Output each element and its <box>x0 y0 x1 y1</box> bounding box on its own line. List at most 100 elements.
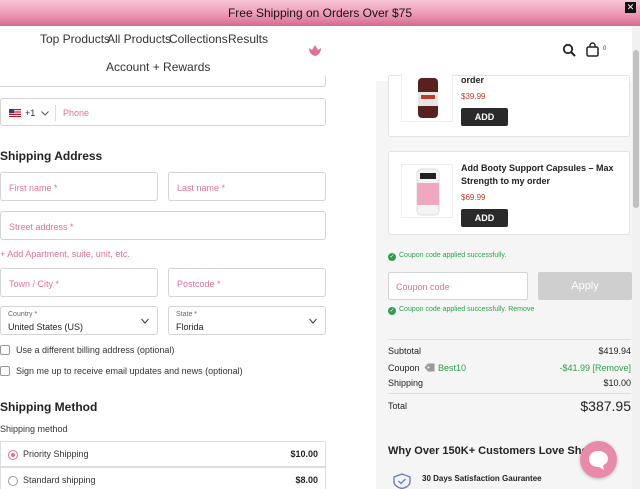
add-apartment-link[interactable]: + Add Apartment, suite, unit, etc. <box>0 249 130 259</box>
email-field-partial[interactable] <box>0 75 326 87</box>
shipping-option-name: Standard shipping <box>23 475 96 485</box>
page-scrollbar[interactable] <box>632 26 640 489</box>
radio-unselected[interactable] <box>8 476 18 486</box>
coupon-success-message: ✓ Coupon code applied successfully. <box>388 252 506 261</box>
shipping-method-label: Shipping method <box>0 424 68 434</box>
us-flag-icon <box>9 109 21 117</box>
coupon-discount-value[interactable]: -$41.99 [Remove] <box>559 363 631 373</box>
country-label: Country * <box>8 311 38 318</box>
checkbox[interactable] <box>0 366 10 376</box>
apply-coupon-button[interactable]: Apply <box>538 272 632 300</box>
billing-checkbox-label: Use a different billing address (optiona… <box>16 345 175 355</box>
shipping-label: Shipping <box>388 378 424 388</box>
divider <box>388 393 631 394</box>
phone-field[interactable]: +1 Phone <box>0 98 326 126</box>
shipping-option-standard[interactable]: Standard shipping $8.00 <box>0 467 326 489</box>
shipping-value: $10.00 <box>603 378 631 388</box>
announcement-bar: Free Shipping on Orders Over $75 ✕ <box>0 0 640 26</box>
tag-icon <box>424 363 435 372</box>
state-label: State * <box>176 311 198 318</box>
country-code[interactable]: +1 <box>25 108 35 118</box>
coupon-code-input[interactable]: Coupon code <box>388 272 528 300</box>
first-name-field[interactable]: First name * <box>0 172 158 201</box>
add-upsell-button[interactable]: ADD <box>461 108 508 126</box>
divider <box>55 105 56 121</box>
guarantee-text: 30 Days Satisfaction Gaurantee <box>422 474 542 483</box>
coupon-code: Best10 <box>438 363 467 373</box>
nav-collections[interactable]: Collections <box>169 32 228 46</box>
subtotal-value: $419.94 <box>598 346 631 356</box>
chevron-down-icon <box>309 318 317 324</box>
radio-selected[interactable] <box>8 450 18 460</box>
last-name-field[interactable]: Last name * <box>168 172 326 201</box>
chat-button[interactable] <box>580 441 617 478</box>
shipping-method-title: Shipping Method <box>0 400 98 414</box>
product-image <box>401 164 453 218</box>
shipping-option-price: $8.00 <box>295 475 318 485</box>
state-select[interactable]: State * Florida <box>168 306 326 335</box>
last-name-placeholder: Last name * <box>177 183 226 193</box>
total-label: Total <box>388 401 408 411</box>
billing-address-checkbox[interactable]: Use a different billing address (optiona… <box>0 345 174 355</box>
site-header: Top Products All Products Collections Re… <box>0 26 632 81</box>
coupon-placeholder: Coupon code <box>396 282 450 292</box>
upsell-price: $39.99 <box>461 92 486 101</box>
coupon-success-text: Coupon code applied successfully. <box>399 306 507 313</box>
upsell-title: order <box>461 75 485 85</box>
postcode-field[interactable]: Postcode * <box>168 268 326 297</box>
coupon-success-message: ✓ Coupon code applied successfully. Remov… <box>388 306 534 315</box>
check-circle-icon: ✓ <box>388 253 396 261</box>
newsletter-checkbox[interactable]: Sign me up to receive email updates and … <box>0 366 243 376</box>
divider <box>388 339 631 340</box>
nav-all-products[interactable]: All Products <box>107 32 171 46</box>
first-name-placeholder: First name * <box>9 183 58 193</box>
order-summary: order $39.99 ADD Add Booty Support Capsu… <box>376 74 632 489</box>
state-value: Florida <box>176 322 204 332</box>
supplement-bottle-icon <box>416 168 440 216</box>
phone-placeholder: Phone <box>63 108 90 118</box>
chevron-down-icon <box>141 318 149 324</box>
shipping-row: Shipping $10.00 <box>388 378 631 388</box>
upsell-card: Add Booty Support Capsules – Max Strengt… <box>388 151 630 235</box>
upsell-price: $69.99 <box>461 193 486 202</box>
chevron-down-icon[interactable] <box>41 111 49 116</box>
checkbox[interactable] <box>0 345 10 355</box>
badge-icon <box>393 473 411 489</box>
shipping-option-name: Priority Shipping <box>23 449 89 459</box>
shipping-address-title: Shipping Address <box>0 149 103 163</box>
product-image <box>401 74 453 122</box>
nav-account-rewards[interactable]: Account + Rewards <box>106 60 210 74</box>
cart-count-badge: 0 <box>603 46 607 52</box>
close-icon[interactable]: ✕ <box>625 2 636 13</box>
subtotal-row: Subtotal $419.94 <box>388 346 631 356</box>
total-value: $387.95 <box>580 398 631 414</box>
coupon-success-text: Coupon code applied successfully. <box>399 252 507 259</box>
logo-flower-icon[interactable] <box>308 43 322 57</box>
chat-bubble-icon <box>589 451 608 470</box>
total-row: Total $387.95 <box>388 398 631 414</box>
street-placeholder: Street address * <box>9 222 74 232</box>
shipping-option-priority[interactable]: Priority Shipping $10.00 <box>0 441 326 467</box>
upsell-title: Add Booty Support Capsules – Max Strengt… <box>461 163 614 186</box>
supplement-bottle-icon <box>418 78 438 118</box>
nav-results[interactable]: Results <box>228 32 268 46</box>
add-upsell-button[interactable]: ADD <box>461 209 508 227</box>
checkout-form: +1 Phone Shipping Address First name * L… <box>0 75 330 489</box>
newsletter-checkbox-label: Sign me up to receive email updates and … <box>16 366 243 376</box>
street-address-field[interactable]: Street address * <box>0 211 326 240</box>
postcode-placeholder: Postcode * <box>177 279 221 289</box>
search-icon[interactable] <box>562 43 576 57</box>
subtotal-label: Subtotal <box>388 346 422 356</box>
city-field[interactable]: Town / City * <box>0 268 158 297</box>
city-placeholder: Town / City * <box>9 279 60 289</box>
check-circle-icon: ✓ <box>388 307 396 315</box>
scrollbar-thumb[interactable] <box>633 50 639 208</box>
remove-coupon-link[interactable]: Remove <box>508 306 534 313</box>
shipping-option-price: $10.00 <box>290 449 318 459</box>
upsell-card: order $39.99 ADD <box>388 74 630 137</box>
cart-icon[interactable] <box>585 42 601 58</box>
coupon-label: Coupon <box>388 363 420 373</box>
nav-top-products[interactable]: Top Products <box>40 32 110 46</box>
country-value: United States (US) <box>8 322 84 332</box>
country-select[interactable]: Country * United States (US) <box>0 306 158 335</box>
